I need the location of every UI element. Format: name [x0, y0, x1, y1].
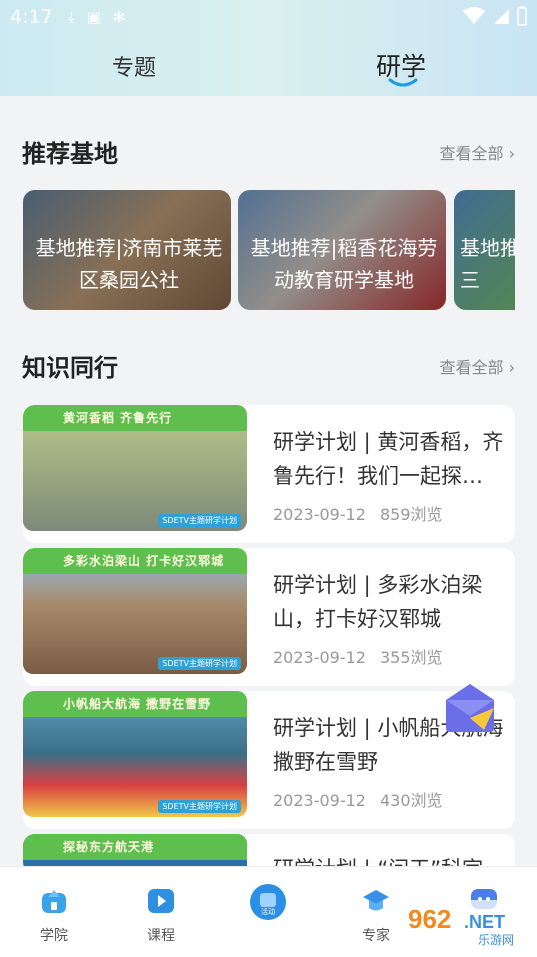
status-bar: 4:17 ⤓ ▣ ✻ [0, 0, 537, 36]
bug-icon: ✻ [112, 8, 126, 26]
status-time: 4:17 [10, 6, 53, 28]
watermark-logo: 962 .NET 乐游网 [400, 900, 532, 948]
article-thumbnail: 小帆船大航海 撒野在雪野 SDETV主题研学计划 [23, 691, 247, 817]
article-date: 2023-09-12 [273, 648, 366, 667]
article-title: 研学计划 | 黄河香稻，齐鲁先行！我们一起探… [273, 430, 504, 488]
article-views: 859浏览 [379, 505, 443, 524]
base-card[interactable]: 基地推荐|稻香花海劳动教育研学基地 [238, 190, 446, 310]
article-item[interactable]: 多彩水泊梁山 打卡好汉郓城 SDETV主题研学计划 研学计划 | 多彩水泊梁山，… [23, 548, 515, 686]
article-title: 研学计划 | 多彩水泊梁山，打卡好汉郓城 [273, 573, 483, 631]
article-thumbnail: 黄河香稻 齐鲁先行 SDETV主题研学计划 [23, 405, 247, 531]
college-icon [42, 890, 66, 913]
top-tabs: 专题 研学 [0, 44, 537, 92]
base-card-title: 基地推荐|稻香花海劳动教育研学基地 [250, 236, 438, 292]
tab-topic[interactable]: 专题 [112, 50, 156, 82]
svg-text:962: 962 [408, 904, 451, 934]
wifi-icon [463, 7, 485, 24]
svg-text:活动: 活动 [261, 907, 275, 916]
base-card-title: 基地推荐|济南市莱芜区桑园公社 [35, 236, 223, 292]
article-date: 2023-09-12 [273, 791, 366, 810]
nav-activities[interactable]: 活动 [238, 883, 298, 925]
battery-icon [517, 6, 527, 26]
article-meta: 2023-09-12 355浏览 [273, 644, 443, 668]
section-title-recommended: 推荐基地 [22, 140, 118, 168]
article-item[interactable]: 黄河香稻 齐鲁先行 SDETV主题研学计划 研学计划 | 黄河香稻，齐鲁先行！我… [23, 405, 515, 543]
see-all-recommended[interactable]: 查看全部 › [440, 140, 516, 164]
article-meta: 2023-09-12 859浏览 [273, 501, 443, 525]
article-views: 355浏览 [379, 648, 443, 667]
section-title-knowledge: 知识同行 [22, 354, 118, 382]
tab-indicator [388, 78, 418, 87]
base-card[interactable]: 基地推口三 [454, 190, 515, 310]
activity-icon: 活动 [250, 884, 286, 920]
article-meta: 2023-09-12 430浏览 [273, 787, 443, 811]
download-icon: ⤓ [68, 8, 75, 26]
message-envelope-icon[interactable] [440, 678, 500, 734]
base-card-title: 基地推口三 [460, 236, 515, 292]
signal-icon [494, 9, 509, 24]
nav-courses[interactable]: 课程 [131, 885, 191, 945]
article-thumbnail: 多彩水泊梁山 打卡好汉郓城 SDETV主题研学计划 [23, 548, 247, 674]
course-play-icon [148, 889, 174, 913]
app-notification-icon: ▣ [86, 8, 101, 26]
expert-cap-icon [363, 890, 389, 911]
svg-text:乐游网: 乐游网 [478, 933, 514, 947]
see-all-knowledge[interactable]: 查看全部 › [440, 354, 516, 378]
nav-college[interactable]: 学院 [24, 885, 84, 945]
nav-experts[interactable]: 专家 [346, 885, 406, 945]
base-card[interactable]: 基地推荐|济南市莱芜区桑园公社 [23, 190, 231, 310]
article-date: 2023-09-12 [273, 505, 366, 524]
svg-text:.NET: .NET [464, 912, 505, 932]
article-views: 430浏览 [379, 791, 443, 810]
